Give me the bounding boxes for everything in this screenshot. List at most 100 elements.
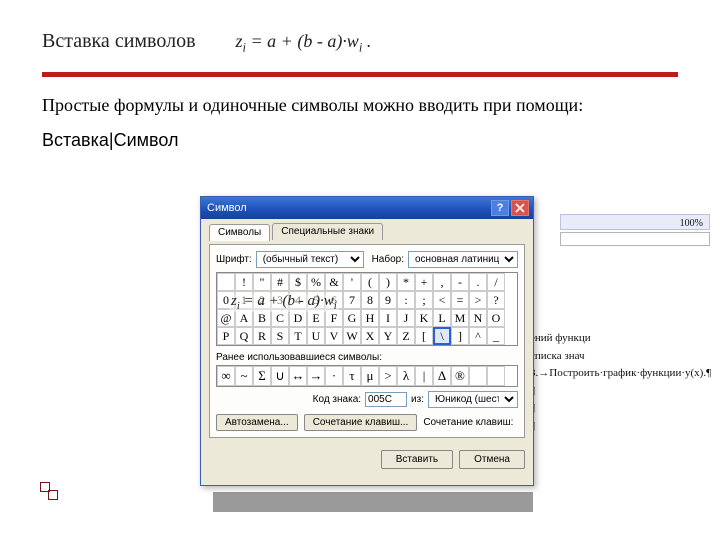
char-cell[interactable]: C [271, 309, 289, 327]
char-cell[interactable]: M [451, 309, 469, 327]
char-cell[interactable]: + [415, 273, 433, 291]
char-cell[interactable]: [ [415, 327, 433, 345]
char-cell[interactable]: H [361, 309, 379, 327]
char-cell[interactable]: @ [217, 309, 235, 327]
recent-char-cell[interactable]: ∞ [217, 366, 235, 386]
char-cell[interactable]: / [487, 273, 505, 291]
char-cell[interactable]: ' [343, 273, 361, 291]
char-cell[interactable]: D [289, 309, 307, 327]
char-cell[interactable]: S [271, 327, 289, 345]
char-cell[interactable]: ? [487, 291, 505, 309]
char-cell[interactable]: ^ [469, 327, 487, 345]
char-cell[interactable]: $ [289, 273, 307, 291]
char-cell[interactable]: 6 [325, 291, 343, 309]
char-cell[interactable]: J [397, 309, 415, 327]
char-cell[interactable]: ( [361, 273, 379, 291]
autocorrect-button[interactable]: Автозамена... [216, 414, 298, 431]
char-cell[interactable]: 9 [379, 291, 397, 309]
char-cell[interactable]: ] [451, 327, 469, 345]
recent-grid[interactable]: ∞~Σ∪↔→·τμ>λ|Δ® [216, 365, 518, 387]
char-cell[interactable]: G [343, 309, 361, 327]
dialog-titlebar[interactable]: Символ ? [201, 197, 533, 219]
code-input[interactable] [365, 392, 407, 407]
char-cell[interactable]: \ [433, 327, 451, 345]
dialog-title: Символ [207, 202, 489, 214]
char-cell[interactable]: ! [235, 273, 253, 291]
char-cell[interactable]: ) [379, 273, 397, 291]
recent-char-cell[interactable]: ® [451, 366, 469, 386]
doc-text-line: ¶ [530, 418, 710, 436]
char-cell[interactable]: K [415, 309, 433, 327]
recent-char-cell[interactable]: ~ [235, 366, 253, 386]
set-select[interactable]: основная латиница [408, 251, 518, 268]
from-label: из: [411, 394, 424, 405]
char-cell[interactable]: = [451, 291, 469, 309]
char-cell[interactable]: 0 [217, 291, 235, 309]
char-cell[interactable]: W [343, 327, 361, 345]
char-cell[interactable]: B [253, 309, 271, 327]
font-select[interactable]: (обычный текст) [256, 251, 364, 268]
recent-char-cell[interactable]: | [415, 366, 433, 386]
char-cell[interactable]: Q [235, 327, 253, 345]
tab-special-chars[interactable]: Специальные знаки [272, 223, 383, 240]
recent-char-cell[interactable]: λ [397, 366, 415, 386]
character-grid[interactable]: zi = a + (b - a)·wi !"#$%&'()*+,-./01234… [216, 272, 518, 346]
recent-char-cell[interactable]: τ [343, 366, 361, 386]
recent-char-cell[interactable]: Σ [253, 366, 271, 386]
char-cell[interactable]: 3 [271, 291, 289, 309]
recent-char-cell[interactable]: ↔ [289, 366, 307, 386]
char-cell[interactable]: > [469, 291, 487, 309]
char-cell[interactable]: # [271, 273, 289, 291]
shortcut-button[interactable]: Сочетание клавиш... [304, 414, 418, 431]
from-select[interactable]: Юникод (шестн.) [428, 391, 518, 408]
recent-char-cell[interactable]: Δ [433, 366, 451, 386]
char-cell[interactable]: P [217, 327, 235, 345]
char-cell[interactable]: 4 [289, 291, 307, 309]
help-button[interactable]: ? [491, 200, 509, 216]
char-cell[interactable]: 7 [343, 291, 361, 309]
char-cell[interactable]: < [433, 291, 451, 309]
doc-text-line: ¶ [530, 383, 710, 401]
char-cell[interactable]: 8 [361, 291, 379, 309]
char-cell[interactable]: X [361, 327, 379, 345]
char-cell[interactable]: O [487, 309, 505, 327]
intro-paragraph: Простые формулы и одиночные символы можн… [42, 95, 678, 116]
char-cell[interactable]: A [235, 309, 253, 327]
char-cell[interactable]: 5 [307, 291, 325, 309]
char-cell[interactable]: E [307, 309, 325, 327]
char-cell[interactable]: * [397, 273, 415, 291]
char-cell[interactable]: 2 [253, 291, 271, 309]
char-cell[interactable]: Y [379, 327, 397, 345]
recent-char-cell[interactable]: · [325, 366, 343, 386]
char-cell[interactable]: T [289, 327, 307, 345]
char-cell[interactable]: N [469, 309, 487, 327]
tab-symbols[interactable]: Символы [209, 224, 270, 241]
char-cell[interactable]: L [433, 309, 451, 327]
char-cell[interactable]: % [307, 273, 325, 291]
char-cell[interactable]: & [325, 273, 343, 291]
close-button[interactable] [511, 200, 529, 216]
recent-char-cell[interactable]: ∪ [271, 366, 289, 386]
cancel-button[interactable]: Отмена [459, 450, 525, 469]
char-cell[interactable]: Z [397, 327, 415, 345]
char-cell[interactable]: R [253, 327, 271, 345]
char-cell[interactable]: U [307, 327, 325, 345]
char-cell[interactable]: F [325, 309, 343, 327]
char-cell[interactable]: V [325, 327, 343, 345]
char-cell[interactable]: ; [415, 291, 433, 309]
char-cell[interactable]: - [451, 273, 469, 291]
char-cell[interactable]: . [469, 273, 487, 291]
recent-char-cell[interactable] [487, 366, 505, 386]
insert-button[interactable]: Вставить [381, 450, 453, 469]
char-cell[interactable]: " [253, 273, 271, 291]
recent-char-cell[interactable]: → [307, 366, 325, 386]
char-cell[interactable]: , [433, 273, 451, 291]
char-cell[interactable] [217, 273, 235, 291]
recent-char-cell[interactable] [469, 366, 487, 386]
recent-char-cell[interactable]: μ [361, 366, 379, 386]
char-cell[interactable]: I [379, 309, 397, 327]
char-cell[interactable]: 1 [235, 291, 253, 309]
char-cell[interactable]: : [397, 291, 415, 309]
char-cell[interactable]: _ [487, 327, 505, 345]
recent-char-cell[interactable]: > [379, 366, 397, 386]
